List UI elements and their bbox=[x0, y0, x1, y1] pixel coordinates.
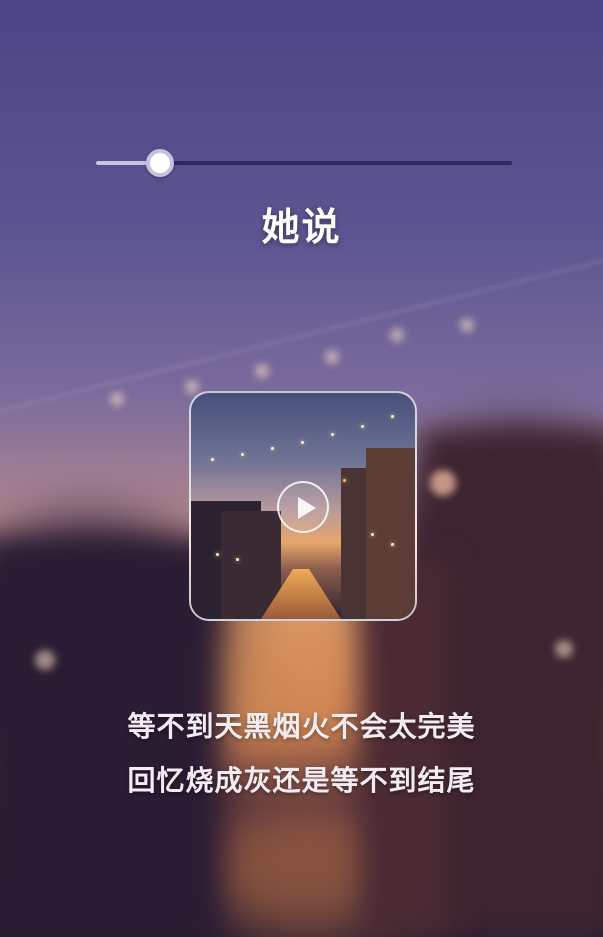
lyric-line-next: 回忆烧成灰还是等不到结尾 bbox=[127, 764, 476, 797]
lyrics: 等不到天黑烟火不会太完美 回忆烧成灰还是等不到结尾 bbox=[0, 700, 603, 808]
lyric-line-current: 等不到天黑烟火不会太完美 bbox=[127, 710, 476, 743]
progress-slider[interactable] bbox=[96, 149, 512, 177]
song-title: 她说 bbox=[261, 205, 342, 249]
album-cover[interactable] bbox=[189, 391, 417, 621]
slider-thumb[interactable] bbox=[146, 149, 175, 177]
play-icon bbox=[298, 497, 316, 519]
play-button[interactable] bbox=[277, 481, 329, 533]
